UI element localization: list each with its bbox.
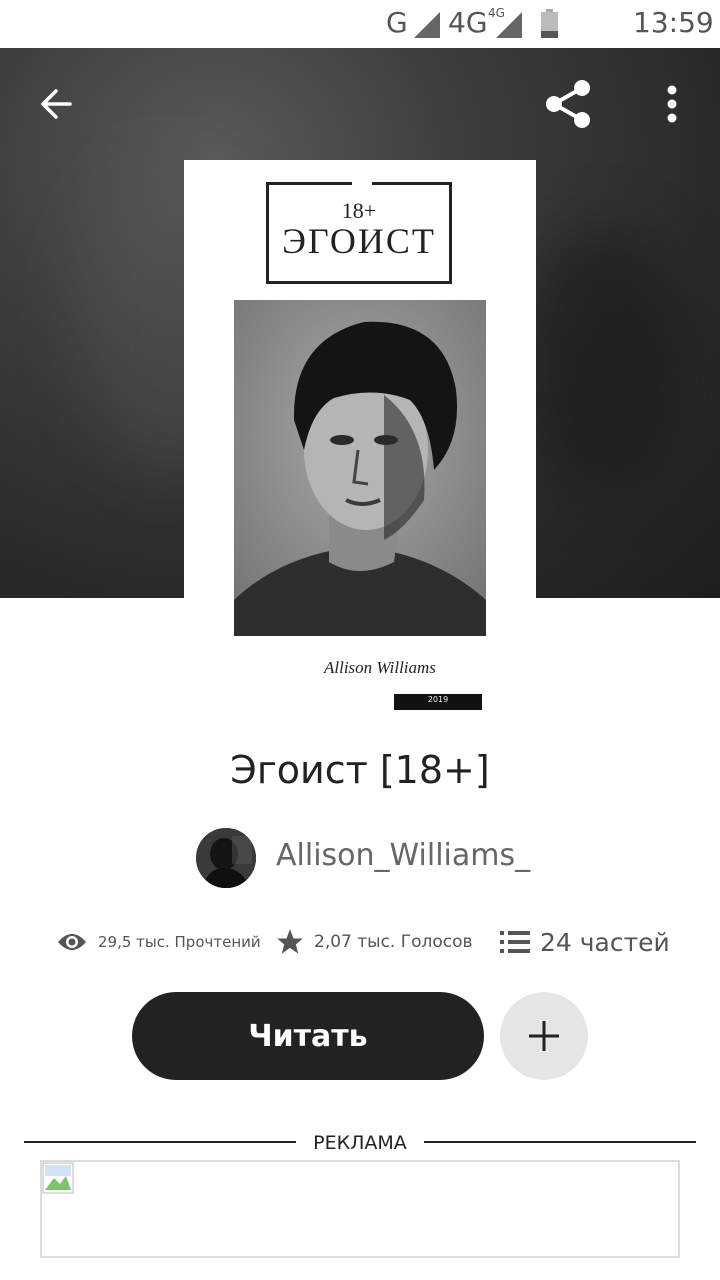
votes-stat: 2,07 тыс. Голосов — [276, 924, 473, 960]
story-cover[interactable]: 18+ ЭГОИСТ Allison Williams 2019 — [184, 160, 536, 710]
author-name-link[interactable]: Allison_Williams_ — [276, 838, 530, 873]
read-button[interactable]: Читать — [132, 992, 484, 1080]
plus-icon — [529, 1021, 559, 1051]
author-avatar[interactable] — [196, 828, 256, 888]
cover-title: ЭГОИСТ — [282, 221, 436, 261]
ad-label: РЕКЛАМА — [313, 1132, 407, 1154]
network-g-label: G — [386, 6, 408, 39]
cover-photo — [234, 300, 486, 636]
eye-icon — [58, 934, 86, 950]
back-button[interactable] — [28, 76, 84, 132]
cover-author-signature: Allison Williams — [324, 658, 436, 677]
story-title: Эгоист [18+] — [230, 748, 490, 792]
more-vertical-icon — [667, 85, 677, 123]
ad-divider-right — [424, 1141, 696, 1143]
share-icon — [546, 80, 590, 128]
star-icon — [277, 929, 303, 954]
clock: 13:59 — [633, 6, 714, 39]
battery-icon — [541, 9, 558, 38]
votes-count: 2,07 тыс. Голосов — [314, 932, 473, 952]
network-4g-label: 4G — [448, 6, 488, 39]
parts-count: 24 частей — [540, 927, 670, 957]
parts-stat[interactable]: 24 частей — [500, 924, 670, 960]
arrow-left-icon — [41, 89, 72, 119]
signal-icon — [414, 12, 440, 38]
reads-count: 29,5 тыс. Прочтений — [98, 933, 261, 951]
status-bar: G 4G 4G 13:59 — [0, 0, 720, 48]
ad-divider-left — [24, 1141, 296, 1143]
reads-stat: 29,5 тыс. Прочтений — [56, 924, 261, 960]
list-icon — [500, 931, 530, 953]
ad-banner[interactable] — [40, 1160, 680, 1258]
signal-4g-icon — [496, 12, 522, 38]
add-to-library-button[interactable] — [500, 992, 588, 1080]
share-button[interactable] — [538, 74, 598, 134]
broken-image-icon — [42, 1162, 74, 1194]
cover-year: 2019 — [427, 695, 449, 704]
more-options-button[interactable] — [652, 76, 692, 132]
